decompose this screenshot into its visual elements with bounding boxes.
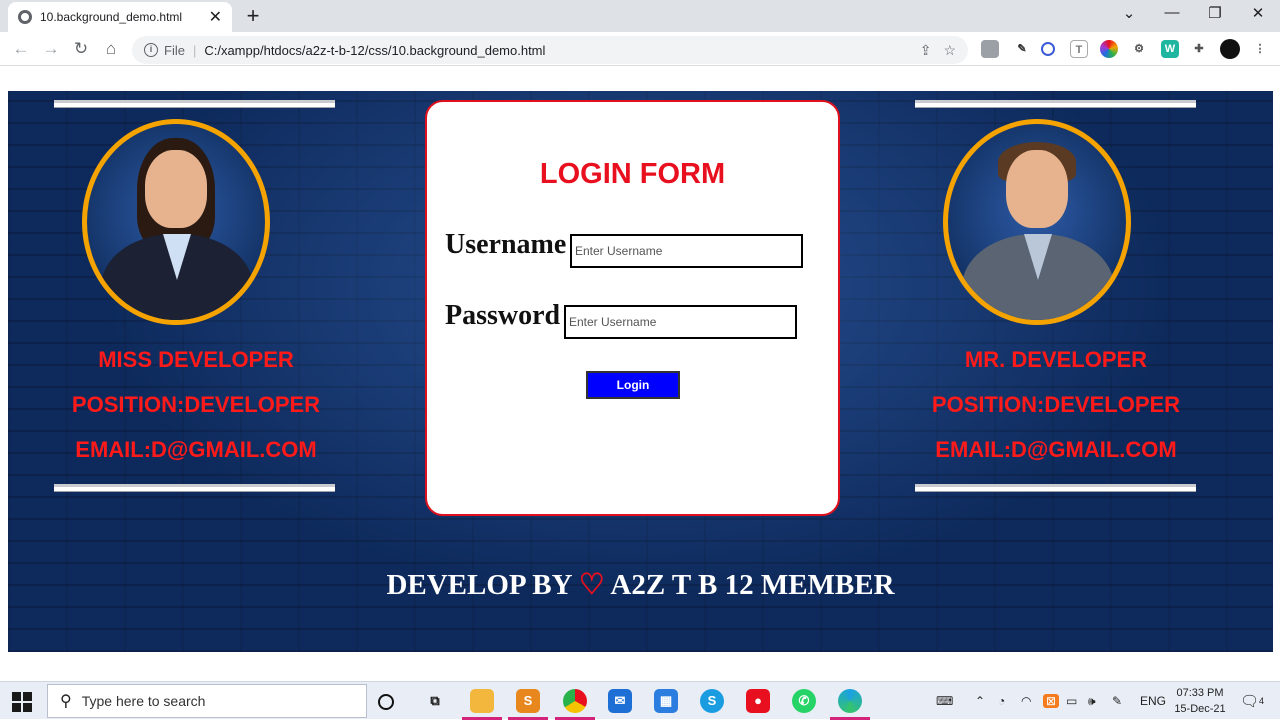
left-profile-email: EMAIL:D@GMAIL.COM bbox=[75, 437, 317, 462]
close-window-button[interactable]: ✕ bbox=[1236, 4, 1280, 22]
notification-count: 4 bbox=[1259, 696, 1265, 706]
network-icon[interactable]: ◔ bbox=[998, 682, 1005, 720]
divider-top-left bbox=[54, 100, 335, 108]
volume-icon[interactable]: 🕪 bbox=[1088, 682, 1096, 720]
minimize-button[interactable]: — bbox=[1150, 4, 1194, 21]
login-title: LOGIN FORM bbox=[539, 158, 726, 190]
forward-button[interactable]: → bbox=[40, 38, 62, 60]
footer-text-before: DEVELOP BY bbox=[386, 569, 579, 601]
search-placeholder: Type here to search bbox=[81, 693, 206, 709]
whatsapp-icon[interactable]: ✆ bbox=[792, 689, 816, 713]
username-input[interactable] bbox=[570, 234, 803, 268]
system-clock[interactable]: 07:33 PM 15-Dec-21 bbox=[1170, 685, 1230, 717]
back-button[interactable]: ← bbox=[10, 38, 32, 60]
xampp-icon[interactable]: ⊠ bbox=[1043, 682, 1060, 720]
tab-title: 10.background_demo.html bbox=[40, 10, 183, 24]
block-icon[interactable] bbox=[1041, 42, 1055, 56]
new-tab-button[interactable]: + bbox=[240, 4, 266, 30]
windows-taskbar: ⚲ Type here to search ⧉ S ✉ ▦ S ● ✆ ⌨ ⌃ … bbox=[0, 681, 1280, 720]
footer-text-after: A2Z T B 12 MEMBER bbox=[604, 569, 895, 601]
browser-tab[interactable]: 10.background_demo.html ✕ bbox=[8, 2, 232, 32]
tab-close-button[interactable]: ✕ bbox=[209, 7, 222, 27]
file-explorer-icon[interactable] bbox=[470, 689, 494, 713]
mail-icon[interactable]: ✉ bbox=[608, 689, 632, 713]
right-profile-avatar bbox=[943, 119, 1131, 325]
page-content: MISS DEVELOPER POSITION:DEVELOPER EMAIL:… bbox=[8, 91, 1273, 652]
heart-icon: ♡ bbox=[578, 569, 605, 601]
cortana-icon[interactable] bbox=[378, 694, 394, 710]
share-icon[interactable]: ⇪ bbox=[920, 42, 932, 59]
left-profile-position: POSITION:DEVELOPER bbox=[71, 392, 321, 417]
language-indicator[interactable]: ENG bbox=[1140, 682, 1166, 720]
store-icon[interactable]: ▦ bbox=[654, 689, 678, 713]
bookmark-star-icon[interactable]: ☆ bbox=[943, 42, 956, 59]
color-wheel-icon[interactable] bbox=[1100, 40, 1118, 58]
tab-search-chevron-icon[interactable]: ⌄ bbox=[1107, 4, 1151, 22]
left-profile-name: MISS DEVELOPER bbox=[98, 347, 294, 372]
info-icon[interactable]: i bbox=[144, 43, 158, 57]
login-form: LOGIN FORM Username Password Login bbox=[425, 100, 840, 516]
recorder-icon[interactable]: ● bbox=[746, 689, 770, 713]
maximize-button[interactable]: ❐ bbox=[1193, 4, 1237, 22]
reload-button[interactable]: ↻ bbox=[70, 38, 92, 60]
right-profile-email: EMAIL:D@GMAIL.COM bbox=[935, 437, 1177, 462]
tray-overflow-icon[interactable]: ⌃ bbox=[975, 682, 985, 720]
pen-icon[interactable]: ✎ bbox=[1013, 40, 1031, 58]
task-view-icon[interactable]: ⧉ bbox=[423, 689, 447, 713]
skype-icon[interactable]: S bbox=[700, 689, 724, 713]
globe-icon bbox=[18, 10, 32, 24]
pen-workspace-icon[interactable]: ✎ bbox=[1112, 682, 1122, 720]
divider-bottom-right bbox=[915, 484, 1196, 492]
sublime-icon[interactable]: S bbox=[516, 689, 540, 713]
password-label: Password bbox=[445, 300, 561, 331]
footer-credit: DEVELOP BY ♡ A2Z T B 12 MEMBER bbox=[8, 567, 1273, 602]
wifi-icon[interactable]: ◠ bbox=[1021, 682, 1031, 720]
username-label: Username bbox=[445, 229, 567, 260]
gear-icon[interactable]: ⚙ bbox=[1130, 40, 1148, 58]
notification-icon[interactable]: 🗨 4 bbox=[1240, 682, 1264, 720]
address-separator: | bbox=[192, 42, 197, 58]
puzzle-icon[interactable]: ✚ bbox=[1190, 40, 1208, 58]
clock-time: 07:33 PM bbox=[1176, 687, 1224, 699]
left-profile-avatar bbox=[82, 119, 270, 325]
text-icon[interactable]: T bbox=[1070, 40, 1088, 58]
edge-icon[interactable] bbox=[838, 689, 862, 713]
browser-toolbar: ← → ↻ ⌂ i File | C:/xampp/htdocs/a2z-t-b… bbox=[0, 32, 1280, 66]
windows-start-icon[interactable] bbox=[12, 692, 32, 712]
avatar-face bbox=[145, 150, 207, 228]
battery-icon[interactable]: ▭ bbox=[1066, 682, 1077, 720]
divider-top-right bbox=[915, 100, 1196, 108]
home-button[interactable]: ⌂ bbox=[100, 38, 122, 60]
browser-tab-strip: 10.background_demo.html ✕ + ⌄ — ❐ ✕ bbox=[0, 0, 1280, 32]
keyboard-tray-icon[interactable]: ⌨ bbox=[936, 682, 953, 720]
right-profile-position: POSITION:DEVELOPER bbox=[931, 392, 1181, 417]
url-text[interactable]: C:/xampp/htdocs/a2z-t-b-12/css/10.backgr… bbox=[204, 43, 907, 58]
w-icon[interactable]: W bbox=[1161, 40, 1179, 58]
login-button[interactable]: Login bbox=[586, 371, 680, 399]
search-icon: ⚲ bbox=[60, 693, 72, 710]
shield-icon[interactable] bbox=[981, 40, 999, 58]
right-profile-name: MR. DEVELOPER bbox=[964, 347, 1148, 372]
divider-bottom-left bbox=[54, 484, 335, 492]
clock-date: 15-Dec-21 bbox=[1174, 703, 1226, 715]
avatar-face bbox=[1006, 150, 1068, 228]
chrome-icon[interactable] bbox=[563, 689, 587, 713]
profile-icon[interactable] bbox=[1220, 39, 1240, 59]
address-bar[interactable]: i File | C:/xampp/htdocs/a2z-t-b-12/css/… bbox=[132, 36, 968, 64]
taskbar-search[interactable]: ⚲ Type here to search bbox=[47, 684, 367, 718]
password-input[interactable] bbox=[564, 305, 797, 339]
scheme-label: File bbox=[164, 42, 185, 58]
menu-icon[interactable]: ⋮ bbox=[1251, 40, 1269, 58]
